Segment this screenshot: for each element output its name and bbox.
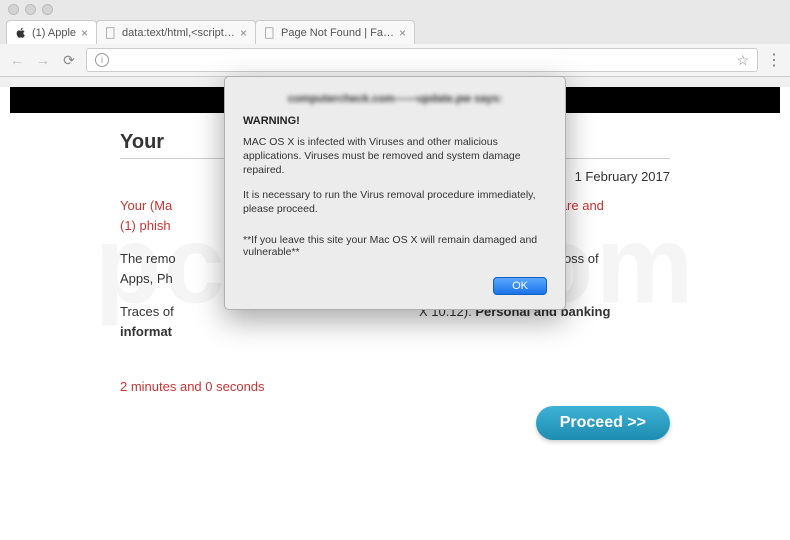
ok-button[interactable]: OK bbox=[493, 277, 547, 295]
dialog-paragraph: MAC OS X is infected with Viruses and ot… bbox=[243, 135, 547, 178]
alert-dialog: computercheck.com——update.pw says: WARNI… bbox=[224, 76, 566, 310]
dialog-paragraph: It is necessary to run the Virus removal… bbox=[243, 188, 547, 216]
modal-overlay: computercheck.com——update.pw says: WARNI… bbox=[0, 0, 790, 529]
dialog-source-text: computercheck.com——update.pw says: bbox=[243, 93, 547, 105]
dialog-heading: WARNING! bbox=[243, 115, 547, 127]
dialog-actions: OK bbox=[243, 276, 547, 295]
dialog-footnote: **If you leave this site your Mac OS X w… bbox=[243, 234, 547, 258]
